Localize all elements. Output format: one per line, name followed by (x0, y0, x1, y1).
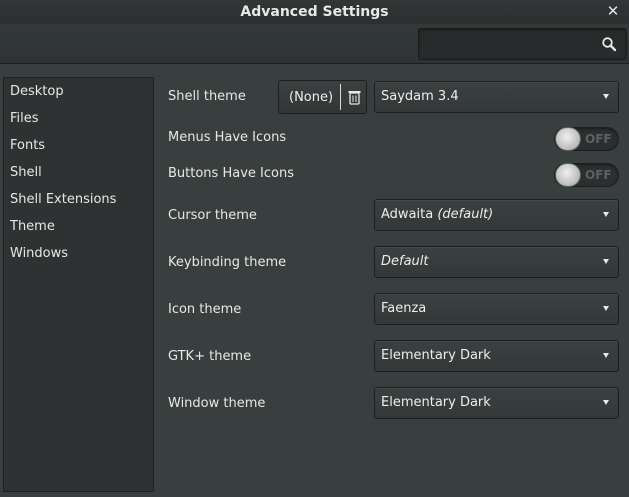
buttons-have-icons-label: Buttons Have Icons (168, 166, 294, 181)
window-title: Advanced Settings (240, 4, 389, 20)
chevron-down-icon (603, 259, 609, 264)
cursor-theme-combo[interactable]: Adwaita (default) (374, 199, 619, 231)
shell-theme-none-label: (None) (289, 90, 334, 105)
keybinding-theme-label: Keybinding theme (168, 255, 287, 270)
shell-theme-file-button[interactable]: (None) (278, 80, 367, 114)
window-theme-combo[interactable]: Elementary Dark (374, 387, 619, 419)
header-bar (0, 24, 629, 64)
search-icon[interactable] (601, 36, 617, 52)
switch-state: OFF (585, 132, 612, 146)
advanced-settings-window: Advanced Settings ✕ Desktop Files Fonts … (0, 0, 629, 497)
window-theme-value: Elementary Dark (381, 395, 491, 410)
menus-have-icons-label: Menus Have Icons (168, 130, 287, 145)
sidebar-item-desktop[interactable]: Desktop (4, 78, 153, 105)
cursor-theme-label: Cursor theme (168, 208, 257, 223)
sidebar-item-theme[interactable]: Theme (4, 213, 153, 240)
icon-theme-value: Faenza (381, 301, 427, 316)
switch-knob (555, 163, 581, 187)
switch-state: OFF (585, 168, 612, 182)
window-theme-label: Window theme (168, 396, 266, 411)
sidebar-item-windows[interactable]: Windows (4, 240, 153, 267)
keybinding-theme-combo[interactable]: Default (374, 246, 619, 278)
sidebar-item-files[interactable]: Files (4, 105, 153, 132)
sidebar-item-shell-extensions[interactable]: Shell Extensions (4, 186, 153, 213)
sidebar: Desktop Files Fonts Shell Shell Extensio… (3, 77, 154, 492)
button-separator (340, 84, 341, 110)
clear-icon[interactable] (347, 89, 361, 105)
chevron-down-icon (603, 400, 609, 405)
keybinding-theme-value: Default (381, 254, 429, 269)
shell-theme-label: Shell theme (168, 89, 246, 104)
shell-theme-value: Saydam 3.4 (381, 89, 459, 104)
sidebar-item-shell[interactable]: Shell (4, 159, 153, 186)
title-bar: Advanced Settings ✕ (0, 0, 629, 24)
switch-knob (555, 127, 581, 151)
shell-theme-combo[interactable]: Saydam 3.4 (374, 81, 619, 113)
sidebar-item-fonts[interactable]: Fonts (4, 132, 153, 159)
cursor-theme-value: Adwaita (default) (381, 207, 494, 222)
search-input[interactable] (419, 29, 599, 59)
close-icon[interactable]: ✕ (605, 3, 621, 19)
gtk-theme-label: GTK+ theme (168, 349, 252, 364)
icon-theme-combo[interactable]: Faenza (374, 293, 619, 325)
gtk-theme-combo[interactable]: Elementary Dark (374, 340, 619, 372)
chevron-down-icon (603, 353, 609, 358)
menus-have-icons-switch[interactable]: OFF (554, 127, 619, 151)
buttons-have-icons-switch[interactable]: OFF (554, 163, 619, 187)
search-box[interactable] (418, 28, 627, 60)
gtk-theme-value: Elementary Dark (381, 348, 491, 363)
chevron-down-icon (603, 306, 609, 311)
chevron-down-icon (603, 94, 609, 99)
chevron-down-icon (603, 212, 609, 217)
icon-theme-label: Icon theme (168, 302, 242, 317)
